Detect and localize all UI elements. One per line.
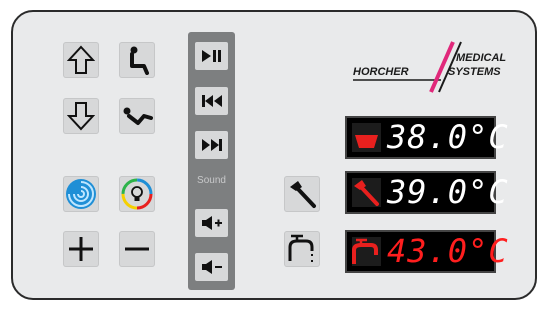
basin-icon (355, 135, 378, 148)
temp-display-faucet: 43.0°C (345, 230, 508, 273)
brand-line-systems: SYSTEMS (448, 66, 501, 78)
play-pause-icon (201, 50, 221, 62)
temp-value-shower: 39.0°C (387, 173, 509, 211)
decrease-button[interactable] (119, 231, 155, 267)
move-up-button[interactable] (63, 42, 99, 78)
sound-label: Sound (197, 175, 226, 186)
color-light-button[interactable] (119, 176, 155, 212)
sit-upright-button[interactable] (119, 42, 155, 78)
media-control-bar: Sound (188, 32, 235, 290)
shower-indicator (352, 178, 381, 207)
recline-button[interactable] (119, 98, 155, 134)
faucet-indicator (352, 237, 381, 266)
temp-display-basin: 38.0°C (345, 116, 508, 159)
previous-track-button[interactable] (195, 87, 228, 115)
plus-icon (69, 237, 93, 261)
seat-recline-icon (123, 107, 153, 125)
arrow-up-icon (67, 45, 95, 74)
volume-down-button[interactable] (195, 253, 228, 281)
increase-button[interactable] (63, 231, 99, 267)
shower-head-icon (290, 181, 316, 208)
previous-track-icon (201, 95, 222, 107)
volume-up-button[interactable] (195, 209, 228, 237)
brand-logo: MEDICAL HORCHER SYSTEMS (345, 40, 510, 102)
whirlpool-icon (66, 179, 96, 209)
volume-up-icon (201, 216, 222, 230)
shower-select-button[interactable] (284, 176, 320, 212)
faucet-icon (288, 234, 314, 262)
play-pause-button[interactable] (195, 42, 228, 70)
move-down-button[interactable] (63, 98, 99, 134)
brand-line-medical: MEDICAL (456, 52, 507, 64)
shower-head-icon-indicator (354, 180, 379, 206)
faucet-icon-indicator (352, 238, 378, 264)
seat-upright-icon (130, 46, 149, 75)
color-light-icon (121, 178, 153, 210)
temp-value-basin: 38.0°C (387, 118, 509, 156)
faucet-select-button[interactable] (284, 231, 320, 267)
temp-display-shower: 39.0°C (345, 171, 508, 214)
temp-value-faucet: 43.0°C (387, 232, 509, 270)
brand-line-horcher: HORCHER (353, 66, 409, 78)
minus-icon (125, 247, 149, 251)
arrow-down-icon (67, 102, 95, 131)
next-track-icon (201, 139, 222, 151)
basin-indicator (352, 123, 381, 152)
whirlpool-button[interactable] (63, 176, 99, 212)
volume-down-icon (201, 260, 222, 274)
next-track-button[interactable] (195, 131, 228, 159)
